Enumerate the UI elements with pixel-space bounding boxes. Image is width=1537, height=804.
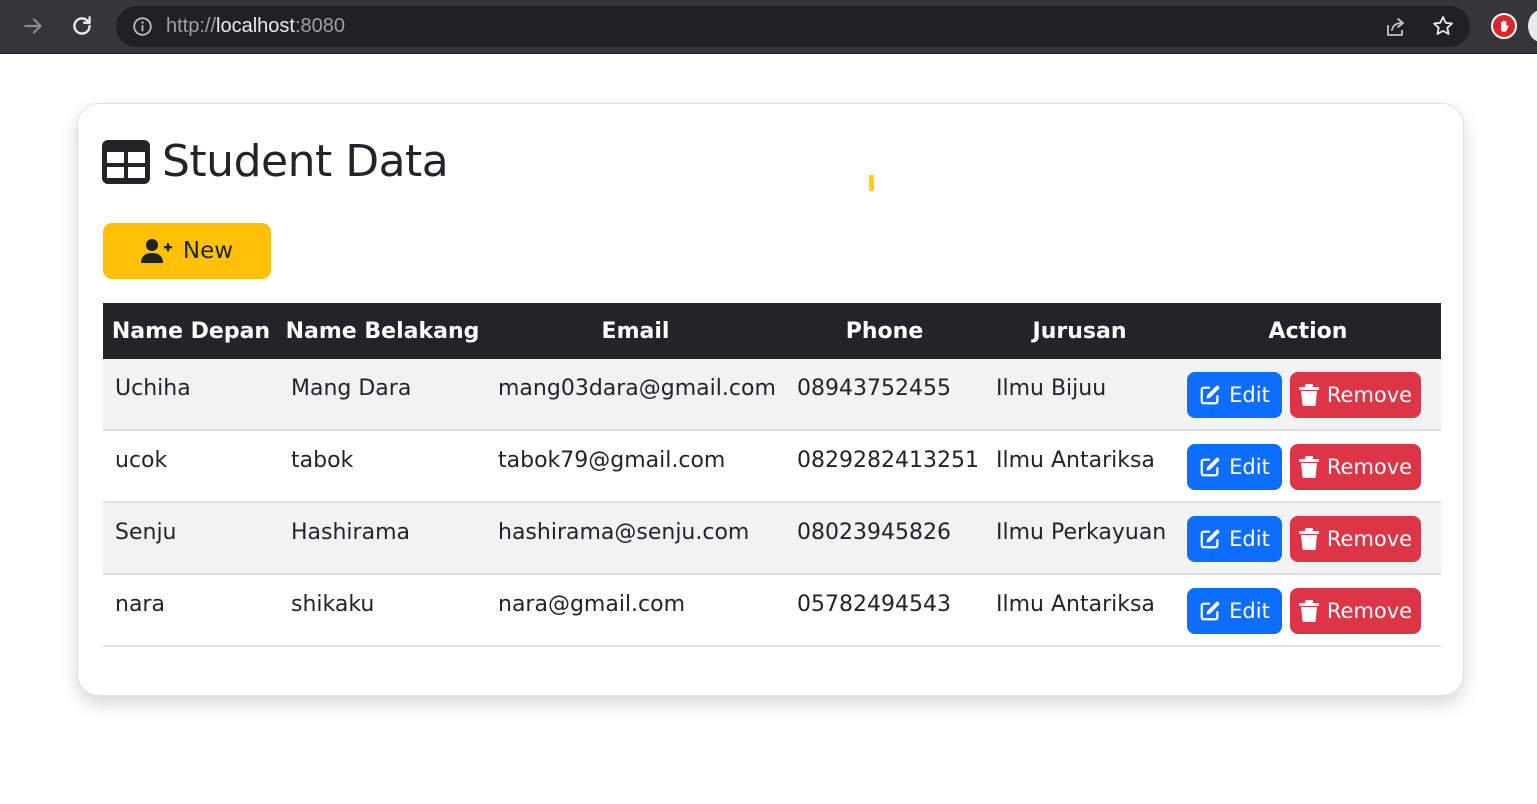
action-cell: Edit Remove (1175, 431, 1441, 501)
text-cursor-mark (869, 175, 874, 191)
page-header: Student Data (102, 135, 449, 189)
first-name-cell: Senju (115, 520, 177, 545)
new-button-label: New (182, 238, 234, 264)
edit-icon (1200, 601, 1220, 621)
remove-button[interactable]: Remove (1290, 444, 1421, 490)
column-header: Name Depan (111, 318, 271, 344)
star-icon[interactable] (1431, 14, 1455, 38)
first-name-cell: nara (115, 592, 165, 617)
new-student-button[interactable]: New (103, 223, 271, 279)
reload-icon (73, 16, 91, 35)
first-name-cell: ucok (115, 448, 168, 473)
edit-label: Edit (1229, 455, 1270, 479)
hand-icon (1501, 20, 1509, 32)
url-port: :8080 (294, 15, 346, 37)
column-header: Action (1268, 318, 1348, 344)
phone-cell: 08023945826 (797, 520, 951, 545)
jurusan-cell: Ilmu Antariksa (996, 592, 1155, 617)
profile-avatar[interactable] (1528, 10, 1537, 42)
table-body: Uchiha Mang Dara mang03dara@gmail.com 08… (103, 359, 1441, 647)
url-host: localhost (216, 15, 295, 37)
edit-icon (1200, 457, 1220, 477)
last-name-cell: tabok (291, 448, 354, 473)
url-scheme: http:// (166, 15, 217, 37)
email-cell: tabok79@gmail.com (498, 448, 726, 473)
edit-label: Edit (1229, 599, 1270, 623)
remove-label: Remove (1326, 599, 1413, 623)
url-text[interactable]: http://localhost:8080 (166, 16, 345, 37)
edit-label: Edit (1229, 527, 1270, 551)
address-bar[interactable]: http://localhost:8080 (116, 6, 1470, 47)
trash-icon (1298, 528, 1319, 550)
action-cell: Edit Remove (1175, 359, 1441, 429)
trash-icon (1298, 600, 1319, 622)
edit-button[interactable]: Edit (1187, 516, 1282, 562)
email-cell: mang03dara@gmail.com (498, 376, 776, 401)
column-header: Jurusan (1032, 318, 1127, 344)
first-name-cell: Uchiha (115, 376, 191, 401)
table-row: Uchiha Mang Dara mang03dara@gmail.com 08… (103, 359, 1441, 431)
column-header: Name Belakang (285, 318, 480, 344)
student-card: Student Data New Name Depan Name Belakan… (77, 103, 1464, 696)
student-table: Name Depan Name Belakang Email Phone Jur… (103, 303, 1441, 647)
last-name-cell: shikaku (291, 592, 375, 617)
trash-icon (1298, 456, 1319, 478)
edit-label: Edit (1229, 383, 1270, 407)
edit-button[interactable]: Edit (1187, 444, 1282, 490)
jurusan-cell: Ilmu Perkayuan (996, 520, 1167, 545)
edit-button[interactable]: Edit (1187, 588, 1282, 634)
share-icon[interactable] (1384, 15, 1408, 39)
table-row: Senju Hashirama hashirama@senju.com 0802… (103, 503, 1441, 575)
jurusan-cell: Ilmu Antariksa (996, 448, 1155, 473)
forward-button[interactable] (19, 11, 49, 41)
table-row: ucok tabok tabok79@gmail.com 08292824132… (103, 431, 1441, 503)
reload-button[interactable] (67, 11, 97, 41)
info-icon[interactable] (132, 16, 153, 37)
last-name-cell: Hashirama (291, 520, 410, 545)
column-header: Email (601, 318, 670, 344)
remove-label: Remove (1326, 383, 1413, 407)
user-plus-icon (140, 239, 172, 263)
edit-icon (1200, 385, 1220, 405)
email-cell: nara@gmail.com (498, 592, 686, 617)
remove-button[interactable]: Remove (1290, 588, 1421, 634)
phone-cell: 0829282413251 (797, 448, 979, 473)
remove-button[interactable]: Remove (1290, 516, 1421, 562)
phone-cell: 05782494543 (797, 592, 951, 617)
remove-button[interactable]: Remove (1290, 372, 1421, 418)
email-cell: hashirama@senju.com (498, 520, 750, 545)
action-cell: Edit Remove (1175, 503, 1441, 573)
jurusan-cell: Ilmu Bijuu (996, 376, 1107, 401)
extension-stop-icon[interactable] (1491, 13, 1517, 39)
last-name-cell: Mang Dara (291, 376, 412, 401)
remove-label: Remove (1326, 527, 1413, 551)
page-title: Student Data (162, 136, 449, 187)
remove-label: Remove (1326, 455, 1413, 479)
table-icon (102, 140, 150, 184)
table-row: nara shikaku nara@gmail.com 05782494543 … (103, 575, 1441, 647)
edit-icon (1200, 529, 1220, 549)
browser-toolbar: http://localhost:8080 (0, 0, 1537, 54)
column-header: Phone (845, 318, 924, 344)
table-header: Name Depan Name Belakang Email Phone Jur… (103, 303, 1441, 359)
trash-icon (1298, 384, 1319, 406)
phone-cell: 08943752455 (797, 376, 951, 401)
edit-button[interactable]: Edit (1187, 372, 1282, 418)
arrow-right-icon (24, 18, 42, 34)
action-cell: Edit Remove (1175, 575, 1441, 645)
